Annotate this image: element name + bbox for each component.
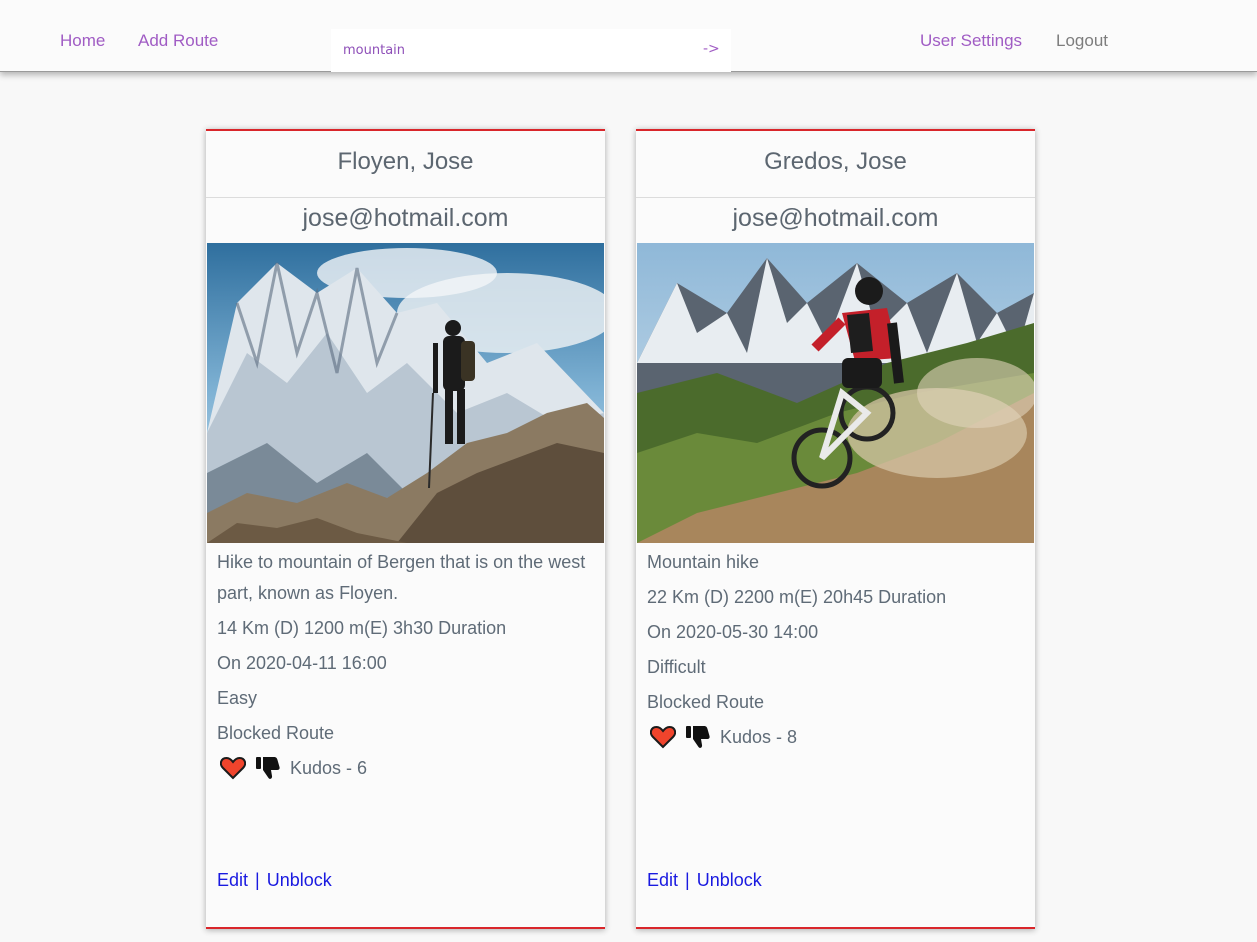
route-image [637,243,1034,543]
route-owner-email: jose@hotmail.com [302,204,509,232]
route-date: On 2020-05-30 14:00 [647,622,819,642]
search-box: -> [331,29,731,72]
search-submit-button[interactable]: -> [703,41,720,57]
route-status: Blocked Route [647,692,765,712]
nav-add-route-link[interactable]: Add Route [138,31,218,51]
thumbs-down-icon[interactable] [685,724,711,750]
route-status: Blocked Route [217,723,335,743]
route-owner-email: jose@hotmail.com [732,204,939,232]
kudos-row: Kudos - 8 [647,720,1024,754]
top-navbar: Home Add Route -> User Settings Logout [0,0,1257,72]
route-image [207,243,604,543]
route-card: Gredos, Jose jose@hotmail.com Mountain h… [636,129,1035,929]
route-difficulty: Easy [217,688,258,708]
route-stats: 14 Km (D) 1200 m(E) 3h30 Duration [217,618,507,638]
edit-link[interactable]: Edit [647,870,678,890]
kudos-count: Kudos - 8 [720,726,798,747]
nav-home-link[interactable]: Home [60,31,105,51]
route-date: On 2020-04-11 16:00 [217,653,387,673]
kudos-row: Kudos - 6 [217,751,594,785]
action-separator: | [685,870,690,890]
route-stats: 22 Km (D) 2200 m(E) 20h45 Duration [647,587,947,607]
edit-link[interactable]: Edit [217,870,248,890]
kudos-count: Kudos - 6 [290,757,368,778]
heart-icon[interactable] [220,756,246,780]
action-separator: | [255,870,260,890]
route-title: Floyen, Jose [206,131,605,198]
unblock-link[interactable]: Unblock [697,870,762,890]
route-difficulty: Difficult [647,657,706,677]
heart-icon[interactable] [650,725,676,749]
route-actions: Edit | Unblock [217,870,332,891]
nav-logout-link[interactable]: Logout [1056,31,1108,51]
route-actions: Edit | Unblock [647,870,762,891]
route-description: Mountain hike [647,552,760,572]
route-description: Hike to mountain of Bergen that is on th… [217,552,586,603]
nav-user-settings-link[interactable]: User Settings [920,31,1022,51]
thumbs-down-icon[interactable] [255,755,281,781]
route-title: Gredos, Jose [636,131,1035,198]
unblock-link[interactable]: Unblock [267,870,332,890]
route-card: Floyen, Jose jose@hotmail.com Hike to mo… [206,129,605,929]
search-input[interactable] [343,40,683,60]
